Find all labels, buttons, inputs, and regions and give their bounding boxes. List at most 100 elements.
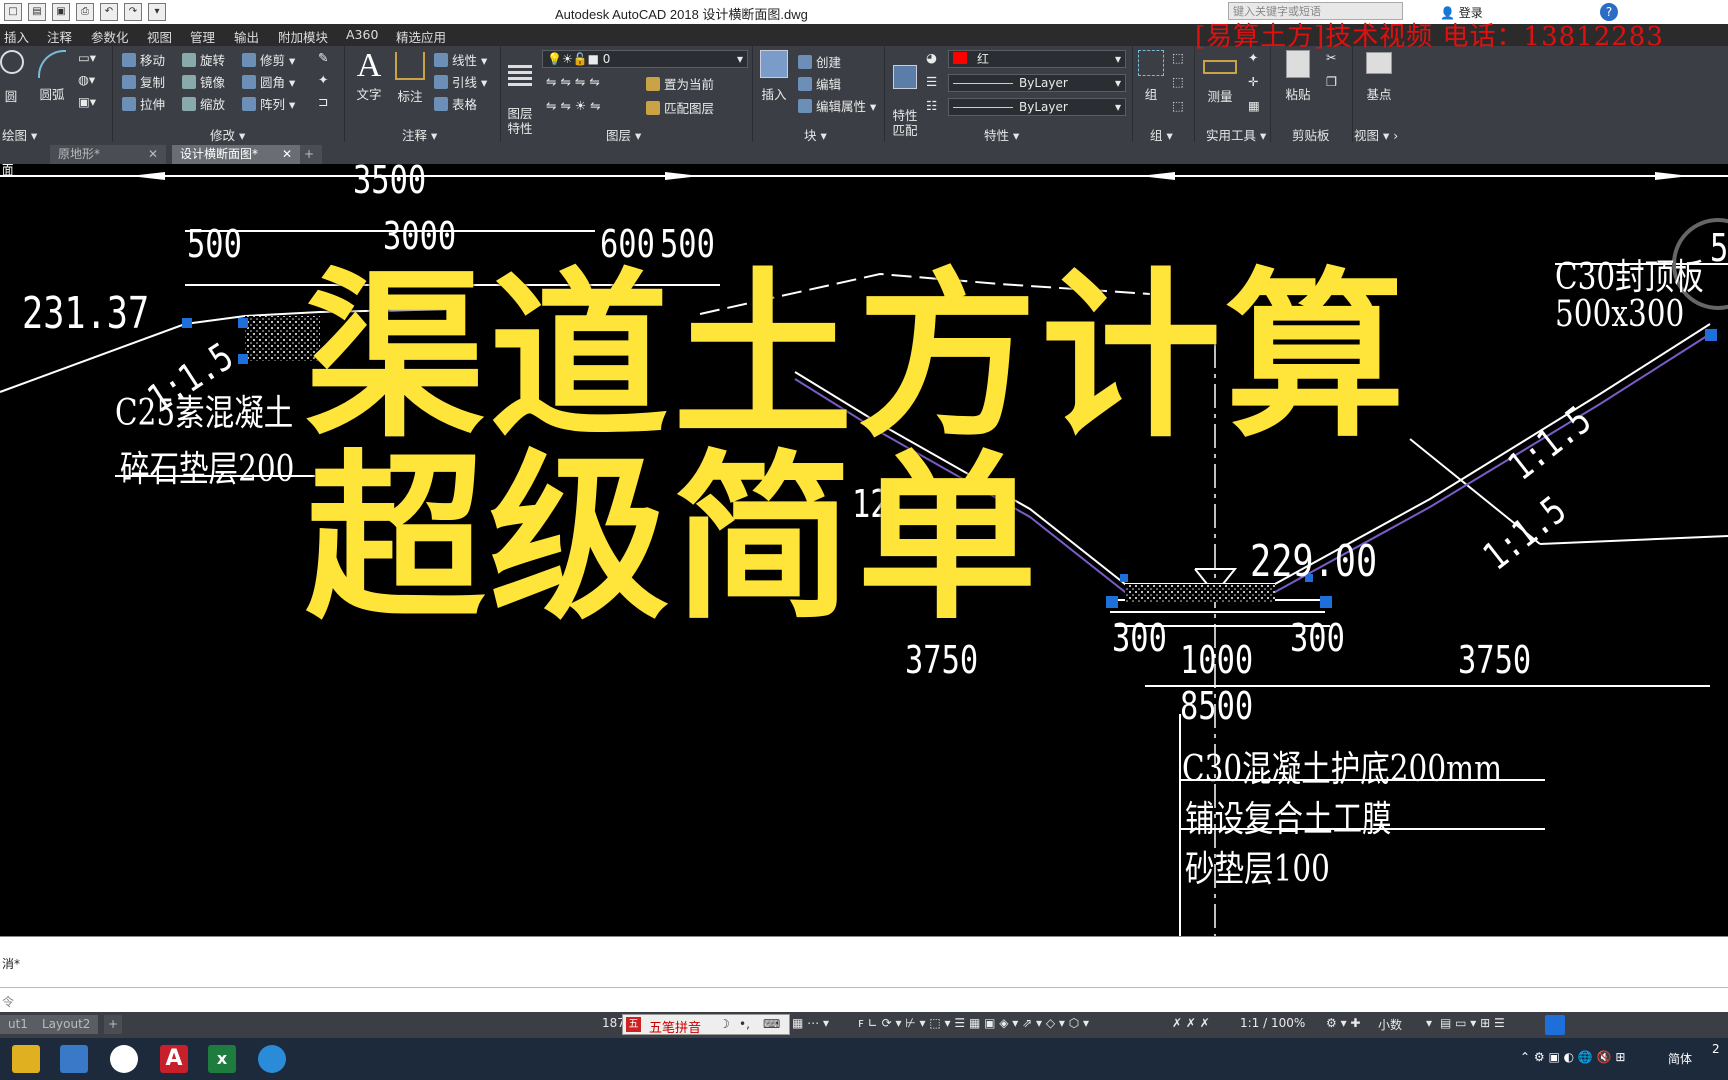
erase-icon[interactable]: ✎ <box>318 50 328 65</box>
tab-layout1[interactable]: ut1 <box>0 1015 36 1034</box>
leader-button[interactable]: 引线 ▾ <box>434 72 487 91</box>
menu-annotate[interactable]: 注释 <box>47 27 72 46</box>
edit-attributes-button[interactable]: 编辑属性 ▾ <box>798 96 876 115</box>
move-button[interactable]: 移动 <box>122 50 165 69</box>
group-edit-icon[interactable]: ⬚ <box>1172 74 1184 89</box>
lineweight-dropdown[interactable]: ByLayer ▾ <box>948 98 1126 116</box>
menu-a360[interactable]: A360 <box>346 27 378 42</box>
offset-icon[interactable]: ⊐ <box>318 94 328 109</box>
layer-tools-row1[interactable]: ⇋ ⇋ ⇋ ⇋ <box>546 74 600 89</box>
clock[interactable]: 2 <box>1712 1042 1720 1056</box>
copy-button[interactable]: 复制 <box>122 72 165 91</box>
table-button[interactable]: 表格 <box>434 94 477 113</box>
annotation-icons[interactable]: ✗ ✗ ✗ <box>1172 1016 1210 1030</box>
file-explorer-icon[interactable] <box>12 1045 40 1073</box>
scale-button[interactable]: 缩放 <box>182 94 225 113</box>
ungroup-icon[interactable]: ⬚ <box>1172 50 1184 65</box>
snap-icons[interactable]: ꜰ ∟ ⟳ ▾ ⊬ ▾ ⬚ ▾ ☰ ▦ ▣ ◈ ▾ ⇗ ▾ ◇ ▾ ⬡ ▾ <box>858 1016 1089 1030</box>
menu-view[interactable]: 视图 <box>147 27 172 46</box>
trim-button[interactable]: 修剪 ▾ <box>242 50 295 69</box>
linear-button[interactable]: 线性 ▾ <box>434 50 487 69</box>
redo-icon[interactable]: ↷ <box>124 3 142 21</box>
undo-icon[interactable]: ↶ <box>100 3 118 21</box>
group-button[interactable]: 组 <box>1136 50 1166 103</box>
tab-design-section[interactable]: 设计横断面图* ✕ <box>172 145 300 164</box>
array-button[interactable]: 阵列 ▾ <box>242 94 295 113</box>
dimension-button[interactable]: 标注 <box>393 50 427 105</box>
status-tail-icons[interactable]: ▤ ▭ ▾ ⊞ ☰ <box>1440 1016 1505 1030</box>
color-dropdown[interactable]: 红 ▾ <box>948 50 1126 68</box>
calculator-icon[interactable]: ▦ <box>1248 98 1260 113</box>
group-select-icon[interactable]: ⬚ <box>1172 98 1184 113</box>
insert-block-button[interactable]: 插入 <box>756 50 792 103</box>
paste-button[interactable]: 粘贴 <box>1280 50 1316 103</box>
boundary-icon[interactable]: ▣▾ <box>78 94 96 109</box>
new-tab-button[interactable]: + <box>300 145 322 164</box>
point-icon[interactable]: ✛ <box>1248 74 1258 89</box>
viewport-label[interactable]: 面 <box>2 164 13 180</box>
stretch-icon <box>122 97 136 111</box>
arc-button[interactable]: 圆弧 <box>34 50 70 103</box>
menu-addins[interactable]: 附加模块 <box>278 27 328 46</box>
insert-block-icon <box>760 50 788 78</box>
elevation-left: 231.37 <box>22 288 150 339</box>
layer-tools-row2[interactable]: ⇋ ⇋ ☀ ⇋ <box>546 98 601 113</box>
ime-toolbar[interactable]: 五 五笔拼音 ☽ •, ⌨ <box>622 1014 790 1036</box>
new-layout-button[interactable]: + <box>104 1015 123 1034</box>
match-properties-button[interactable]: 特性 匹配 <box>888 50 922 138</box>
copy-clip-icon[interactable]: ❐ <box>1326 74 1337 89</box>
dimension-label: 标注 <box>397 89 423 104</box>
tab-original-terrain[interactable]: 原地形* ✕ <box>50 145 166 164</box>
mirror-button[interactable]: 镜像 <box>182 72 225 91</box>
rotate-button[interactable]: 旋转 <box>182 50 225 69</box>
create-block-button[interactable]: 创建 <box>798 52 841 71</box>
layer-properties-button[interactable]: 图层 特性 <box>504 50 536 136</box>
annotation-scale[interactable]: 1:1 / 100% <box>1240 1016 1305 1030</box>
browser-icon[interactable] <box>110 1045 138 1073</box>
earthwork-app-icon[interactable] <box>258 1045 286 1073</box>
arc-label: 圆弧 <box>39 87 65 102</box>
tab-layout2[interactable]: Layout2 <box>34 1015 99 1034</box>
excel-icon[interactable]: x <box>208 1045 236 1073</box>
layer-dropdown[interactable]: 💡☀🔓■ 0 ▾ <box>542 50 748 68</box>
stretch-button[interactable]: 拉伸 <box>122 94 165 113</box>
new-file-icon[interactable]: □ <box>4 3 22 21</box>
rectangle-icon[interactable]: ▭▾ <box>78 50 96 65</box>
language-indicator[interactable]: 简体 <box>1668 1050 1692 1067</box>
base-point-button[interactable]: 基点 <box>1360 50 1398 103</box>
menu-parametric[interactable]: 参数化 <box>91 27 129 46</box>
grid-icon[interactable]: ▦ ⋯ ▾ <box>792 1016 829 1030</box>
ribbon: 圆 圆弧 ▭▾ ◍▾ ▣▾ 绘图 ▾ 移动 旋转 修剪 ▾ 复制 镜像 圆角 ▾… <box>0 46 1728 143</box>
print-icon[interactable]: ⎙ <box>76 3 94 21</box>
explode-icon[interactable]: ✦ <box>318 72 328 87</box>
drawing-canvas[interactable]: 面 3500 3000 500 600 500 231.37 1:1.5 1:1… <box>0 164 1728 936</box>
dropdown-icon[interactable]: ▾ <box>148 3 166 21</box>
units-label[interactable]: 小数 <box>1378 1016 1402 1033</box>
ime-punct-icon: •, <box>739 1017 750 1031</box>
linetype-dropdown[interactable]: ByLayer ▾ <box>948 74 1126 92</box>
menu-manage[interactable]: 管理 <box>190 27 215 46</box>
menu-insert[interactable]: 插入 <box>4 27 29 46</box>
save-icon[interactable]: ▣ <box>52 3 70 21</box>
fillet-button[interactable]: 圆角 ▾ <box>242 72 295 91</box>
units-dropdown-icon[interactable]: ▾ <box>1426 1016 1432 1030</box>
control-panel-icon[interactable] <box>60 1045 88 1073</box>
tray-icons[interactable]: ⌃ ⚙ ▣ ◐ 🌐 🔇 ⊞ <box>1520 1050 1625 1064</box>
menu-output[interactable]: 输出 <box>234 27 259 46</box>
menu-featured[interactable]: 精选应用 <box>396 27 446 46</box>
windows-taskbar: A x ⌃ ⚙ ▣ ◐ 🌐 🔇 ⊞ 简体 2 <box>0 1038 1728 1080</box>
text-button[interactable]: A 文字 <box>352 48 386 103</box>
command-input[interactable]: 令 <box>2 993 14 1010</box>
settings-icon[interactable]: ⚙ ▾ ✚ <box>1326 1016 1360 1030</box>
set-current-button[interactable]: 置为当前 <box>646 74 714 93</box>
workspace-icon[interactable] <box>1545 1015 1565 1035</box>
hatch-icon[interactable]: ◍▾ <box>78 72 95 87</box>
circle-button[interactable]: 圆 <box>0 50 24 105</box>
open-file-icon[interactable]: ▤ <box>28 3 46 21</box>
autocad-icon[interactable]: A <box>160 1045 188 1073</box>
note-geomembrane: 铺设复合土工膜 <box>1185 799 1392 840</box>
edit-block-button[interactable]: 编辑 <box>798 74 841 93</box>
color-wheel-icon[interactable]: ◕ <box>926 50 937 65</box>
measure-button[interactable]: 测量 <box>1200 50 1240 105</box>
match-layer-button[interactable]: 匹配图层 <box>646 98 714 117</box>
